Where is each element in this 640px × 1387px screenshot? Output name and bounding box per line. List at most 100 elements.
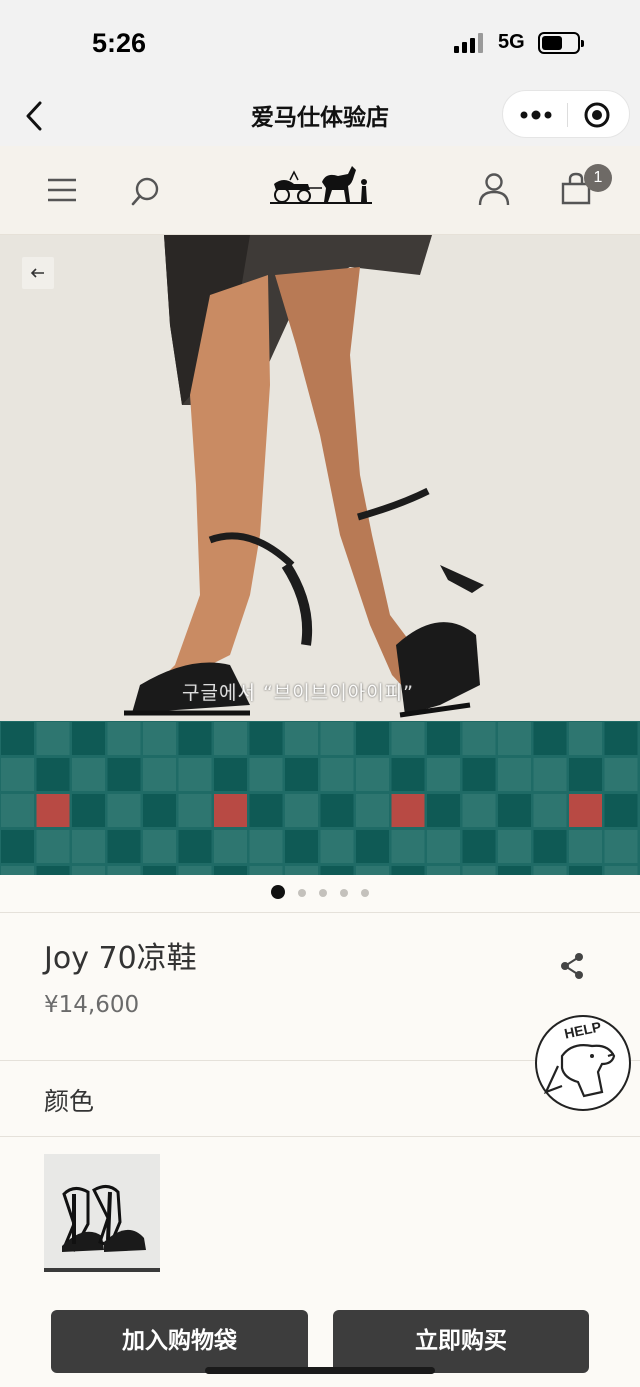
floor-tile [143,830,176,863]
floor-tile [604,794,638,827]
carriage-logo-icon [270,166,372,204]
floor-tile [36,722,70,755]
search-icon [131,177,159,206]
search-button[interactable] [130,176,162,212]
floor-tile [391,830,425,863]
floor-tile [1,794,34,827]
floor-tile [356,830,389,863]
user-icon [478,173,510,206]
floor-tile [214,866,247,875]
floor-tile [249,866,283,875]
account-button[interactable] [478,172,510,210]
floor-tile [1,830,34,863]
floor-tile [356,722,389,755]
floor-tile [178,830,212,863]
help-button[interactable]: HELP [532,1012,634,1114]
floor-tile [178,722,212,755]
carousel-dot[interactable] [340,889,348,897]
floor-tile [604,866,638,875]
floor-tile [498,758,531,791]
floor-tile [391,722,425,755]
capsule-divider [567,103,568,127]
product-name: Joy 70凉鞋 [44,941,197,976]
buy-now-button[interactable]: 立即购买 [333,1310,589,1373]
floor-tile [391,758,425,791]
more-options-button[interactable] [519,105,553,125]
capsule-menu [502,90,630,138]
floor-tile [498,830,531,863]
image-watermark: 구글에서 “브이브이아이피” [182,682,415,704]
floor-tile [214,830,247,863]
home-indicator [205,1367,435,1374]
color-swatch-black[interactable] [44,1154,160,1270]
floor-tile [249,758,283,791]
floor-tile [569,758,602,791]
floor-tile [320,794,354,827]
cart-count-badge: 1 [584,164,612,192]
floor-tile [604,758,638,791]
floor-tile [107,758,141,791]
floor-tile [604,830,638,863]
floor-tile [214,758,247,791]
floor-tile [320,722,354,755]
floor-tile [143,866,176,875]
floor-tile [107,866,141,875]
floor-tile [462,830,496,863]
floor-tile [320,830,354,863]
brand-logo[interactable] [268,162,374,212]
floor-tile [427,722,460,755]
floor-tile [462,722,496,755]
add-to-bag-button[interactable]: 加入购物袋 [51,1310,308,1373]
floor-tile [285,830,318,863]
floor-tile [143,722,176,755]
battery-icon [538,32,584,54]
floor-tile [427,830,460,863]
floor-tile [72,794,105,827]
more-dots-icon [520,110,552,120]
floor-tile [72,866,105,875]
floor-tile [285,794,318,827]
floor-tile [533,830,567,863]
arrow-left-icon [30,268,44,278]
floor-tile [143,794,176,827]
signal-icon [454,33,488,53]
floor-tile [72,758,105,791]
menu-button[interactable] [46,176,78,208]
floor-tile [498,794,531,827]
floor-tile [391,794,425,827]
floor-tile [178,866,212,875]
floor-tile [533,722,567,755]
floor-tile [72,830,105,863]
floor-tile [356,866,389,875]
carousel-dot-active[interactable] [271,885,285,899]
floor-tile [569,722,602,755]
carousel-dot[interactable] [361,889,369,897]
floor-tile [107,794,141,827]
floor-tile [569,830,602,863]
floor-tile [427,758,460,791]
share-button[interactable] [558,952,586,980]
floor-tile [533,794,567,827]
floor-tile [36,866,70,875]
target-circle-icon [584,102,610,128]
mini-program-titlebar: 爱马仕体验店 [0,88,640,146]
floor-tile [36,830,70,863]
divider [0,912,640,913]
floor-tile [107,722,141,755]
floor-tile [285,758,318,791]
color-label: 颜色 [44,1087,95,1116]
floor-tile [1,866,34,875]
floor-tile [569,866,602,875]
carousel-dot[interactable] [298,889,306,897]
hero-back-button[interactable] [22,257,54,289]
floor-tile [427,794,460,827]
divider [0,1136,640,1137]
carousel-dot[interactable] [319,889,327,897]
floor-tile [249,830,283,863]
site-header: 1 [0,146,640,235]
product-image-carousel[interactable]: 구글에서 “브이브이아이피” [0,235,640,875]
floor-tile [498,722,531,755]
close-miniprogram-button[interactable] [583,101,611,129]
hamburger-icon [48,178,76,202]
product-price: ¥14,600 [44,992,140,1018]
